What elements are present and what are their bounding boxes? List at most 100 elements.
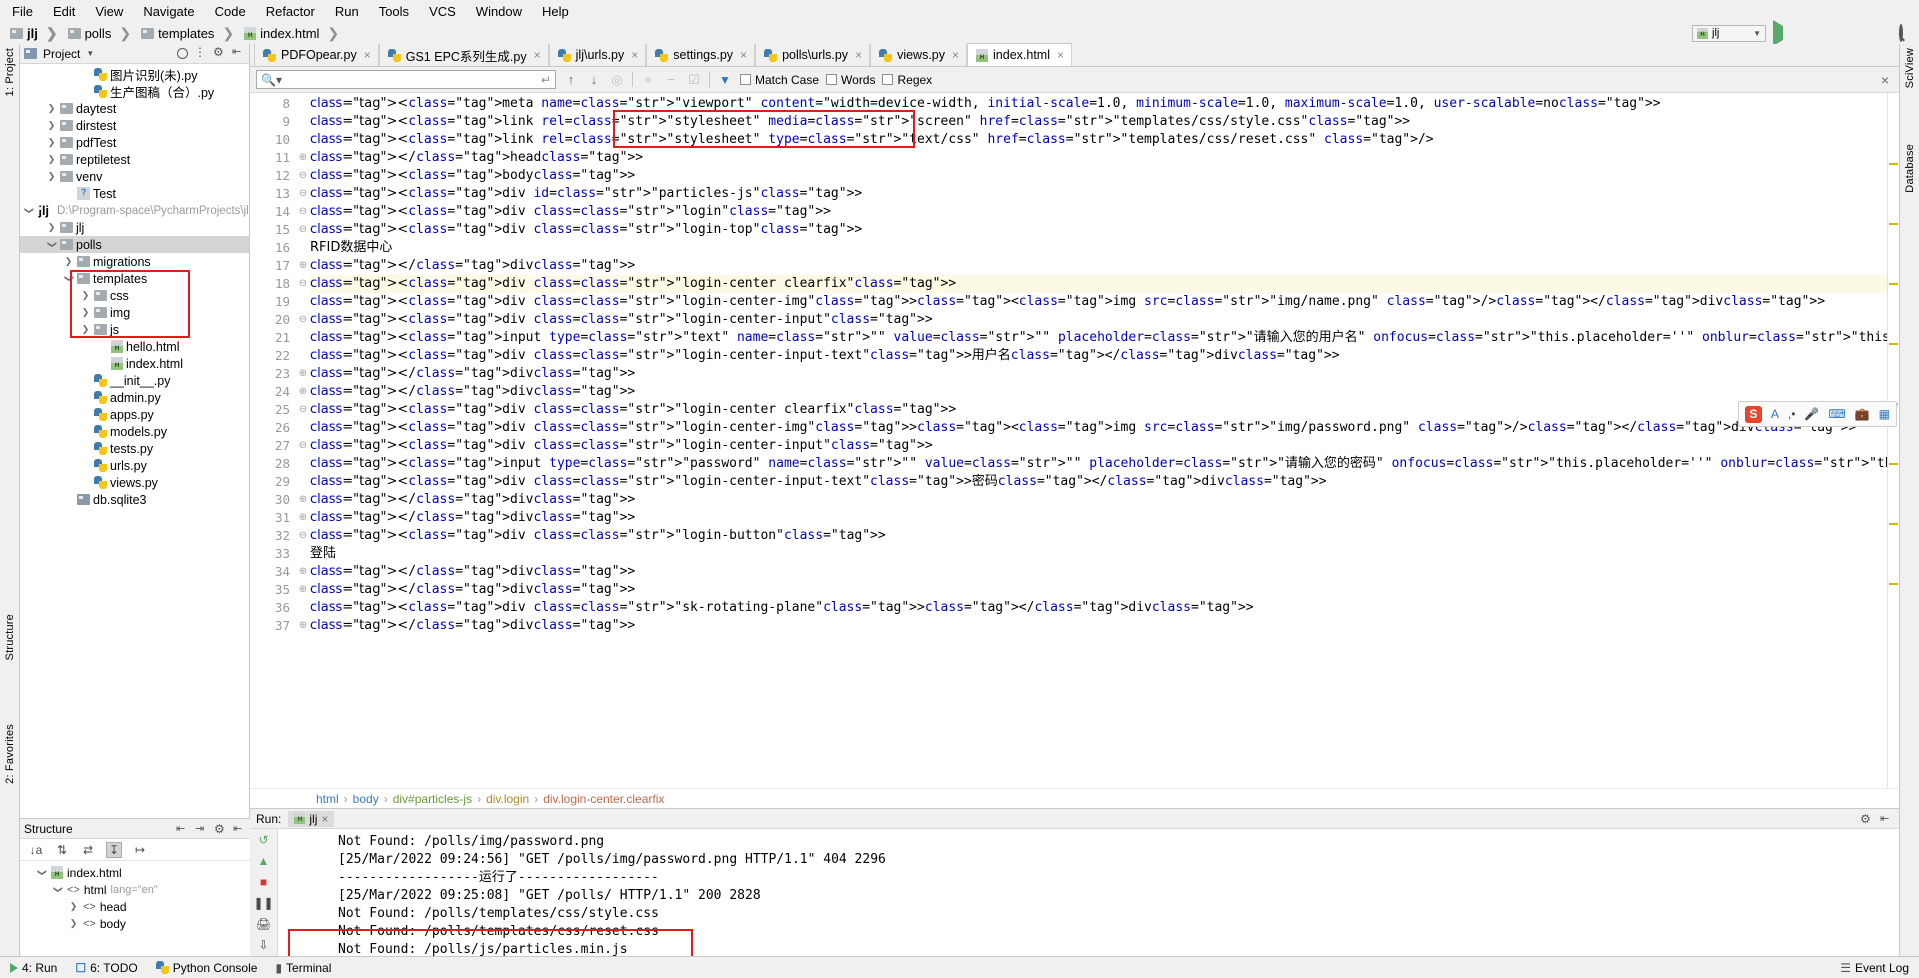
fold-marker[interactable] [296,419,310,437]
breadcrumb-item-project[interactable]: jlj ❯ [10,25,66,42]
profile-icon[interactable] [1836,26,1850,40]
project-tree-item[interactable]: js [20,321,249,338]
fold-marker[interactable] [296,347,310,365]
settings-gear-icon[interactable]: ⚙ [1860,812,1873,826]
chevron-right-icon[interactable] [46,222,57,233]
menu-tools[interactable]: Tools [379,4,409,19]
fold-marker[interactable]: ⊖ [296,437,310,455]
fold-marker[interactable] [296,131,310,149]
status-terminal[interactable]: ▮ Terminal [275,961,331,975]
pause-icon[interactable]: ❚❚ [253,895,273,911]
editor-tab[interactable]: jlj\urls.py × [548,44,647,66]
code-breadcrumb[interactable]: html › body › div#particles-js › div.login › div… [250,788,1899,808]
structure-tree-item[interactable]: <>body [20,915,250,932]
status-event-log[interactable]: ☰ Event Log [1840,961,1909,975]
fold-marker[interactable] [296,545,310,563]
sogou-ime-toolbar[interactable]: A ,• 🎤 ⌨ 💼 ▦ [1737,401,1897,427]
chevron-down-icon[interactable]: ▼ [86,49,94,58]
menu-navigate[interactable]: Navigate [143,4,194,19]
expand-all-icon[interactable]: ⇅ [54,842,70,858]
text-anchor-icon[interactable]: ⇤ [176,822,189,835]
sort-alpha-icon[interactable]: ↓a [28,842,44,858]
fold-marker[interactable]: ⊕ [296,149,310,167]
project-tree-item[interactable]: venv [20,168,249,185]
project-tree-item[interactable]: 生产图稿（合）.py [20,83,249,100]
chevron-right-icon[interactable] [80,307,91,318]
rail-label-project[interactable]: 1: Project [4,48,16,96]
menu-code[interactable]: Code [215,4,246,19]
coverage-icon[interactable] [1815,26,1829,40]
menu-edit[interactable]: Edit [53,4,75,19]
close-tab-icon[interactable]: × [1057,48,1064,62]
code-editor[interactable]: 8 9 10 11 12 13 14 15 16 17 18 19 20 21 22 23 24 25 26 27 28… [250,93,1899,788]
fold-marker[interactable]: ⊕ [296,365,310,383]
menu-run[interactable]: Run [335,4,359,19]
run-configuration-selector[interactable]: jlj ▼ [1692,24,1766,42]
fold-marker[interactable] [296,95,310,113]
project-tree-item[interactable]: dirstest [20,117,249,134]
prev-match-icon[interactable]: ↑ [563,72,579,88]
project-tree-item[interactable]: models.py [20,423,249,440]
rail-label-structure[interactable]: Structure [4,614,16,660]
scroll-to-end-icon[interactable]: ⇩ [256,937,272,953]
collapse-all-icon[interactable]: ⇄ [80,842,96,858]
code-line[interactable]: class="tag"><class="tag">div class=class… [310,527,1887,545]
fold-marker[interactable]: ⊖ [296,185,310,203]
code-line[interactable]: class="tag"><class="tag">input type=clas… [310,455,1887,473]
code-breadcrumb-item[interactable]: div.login-center.clearfix [543,792,664,806]
code-line[interactable]: class="tag"></class="tag">divclass="tag"… [310,563,1887,581]
search-input[interactable]: 🔍▾ ↵ [256,70,556,89]
code-line[interactable]: class="tag"><class="tag">div class=class… [310,203,1887,221]
chevron-right-icon[interactable] [46,154,57,165]
scroll-from-source-icon[interactable] [177,48,188,59]
project-tree-item[interactable]: hello.html [20,338,249,355]
hide-panel-icon[interactable]: ⇤ [1880,812,1893,825]
next-match-icon[interactable]: ↓ [586,72,602,88]
fold-marker[interactable]: ⊕ [296,257,310,275]
code-breadcrumb-item[interactable]: body [353,792,379,806]
settings-gear-icon[interactable]: ⚙ [214,822,227,836]
editor-tab[interactable]: views.py × [870,44,968,66]
chevron-down-icon[interactable] [52,884,63,895]
structure-tree-item[interactable]: index.html [20,864,250,881]
close-tab-icon[interactable]: × [740,48,747,62]
rail-label-favorites[interactable]: 2: Favorites [4,724,16,784]
editor-tab[interactable]: index.html × [967,43,1073,66]
stop-icon[interactable] [1878,26,1892,40]
code-line[interactable]: class="tag"></class="tag">divclass="tag"… [310,383,1887,401]
chevron-right-icon[interactable] [68,901,79,912]
fold-marker[interactable]: ⊕ [296,491,310,509]
fold-marker[interactable] [296,455,310,473]
project-tree-item[interactable]: daytest [20,100,249,117]
words-checkbox[interactable]: Words [826,73,875,87]
menu-icon[interactable]: ▦ [1879,407,1890,421]
breadcrumb-item-polls[interactable]: polls ❯ [67,25,139,42]
code-line[interactable]: class="tag"><class="tag">div class=class… [310,311,1887,329]
editor-tab-bar[interactable]: PDFOpear.py × GS1 EPC系列生成.py × jlj\urls.py × s… [250,43,1899,67]
editor-tab[interactable]: polls\urls.py × [755,44,871,66]
project-tree-item[interactable]: templates [20,270,249,287]
add-icon[interactable]: + [640,72,656,88]
project-tree-item[interactable]: db.sqlite3 [20,491,249,508]
remove-icon[interactable]: − [663,72,679,88]
editor-tab[interactable]: GS1 EPC系列生成.py × [378,44,549,66]
project-tree-item[interactable]: css [20,287,249,304]
code-line[interactable]: class="tag"></class="tag">divclass="tag"… [310,509,1887,527]
menu-vcs[interactable]: VCS [429,4,456,19]
code-folding-gutter[interactable]: ⊕ ⊖ ⊖ ⊖ ⊖ ⊕ ⊖ ⊖ ⊕ ⊕ ⊖ ⊖ ⊕ ⊕ ⊖ ⊕ ⊕ ⊕ [296,93,310,788]
code-line[interactable]: class="tag"><class="tag">div id=class="s… [310,185,1887,203]
fold-marker[interactable] [296,473,310,491]
code-line[interactable]: class="tag"><class="tag">div class=class… [310,275,1887,293]
chevron-right-icon[interactable] [46,171,57,182]
status-run[interactable]: 4: Run [10,961,57,975]
chevron-down-icon[interactable] [25,205,33,216]
expand-icon[interactable]: ⇥ [195,822,208,835]
rerun-icon[interactable]: ↺ [256,832,272,848]
close-tab-icon[interactable]: × [952,48,959,62]
code-content[interactable]: class="tag"><class="tag">meta name=class… [310,93,1887,788]
fold-marker[interactable]: ⊖ [296,275,310,293]
chevron-right-icon[interactable] [68,918,79,929]
print-icon[interactable]: 🖨 [256,916,272,932]
chevron-down-icon[interactable] [36,867,47,878]
fold-marker[interactable]: ⊖ [296,167,310,185]
